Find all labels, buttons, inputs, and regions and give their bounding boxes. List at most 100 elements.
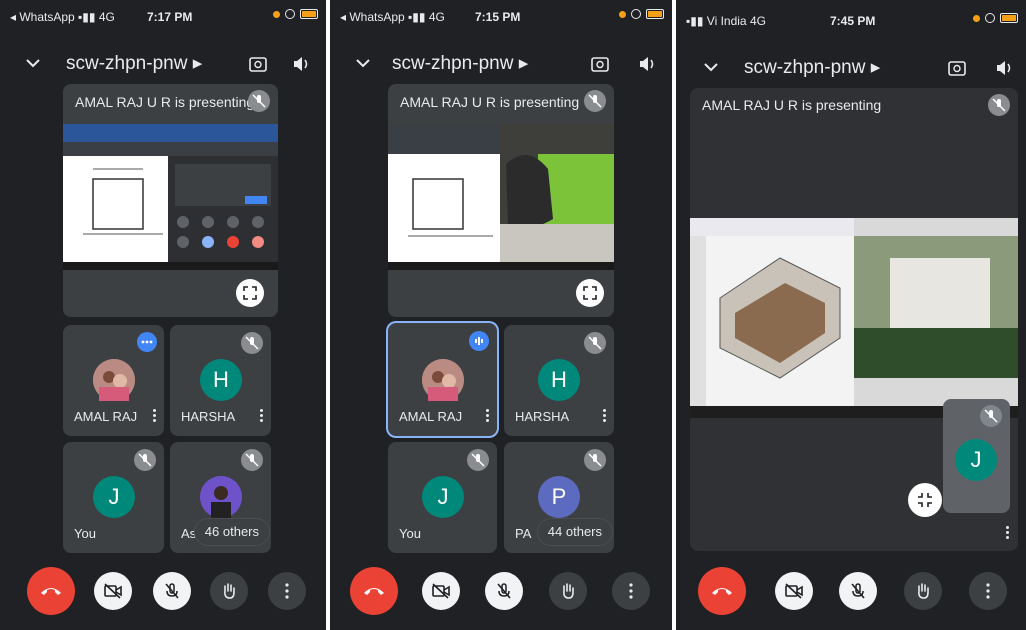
participant-name: HARSHA [515,409,570,424]
presenting-label: AMAL RAJ U R is presenting [702,97,882,113]
participant-tile[interactable]: P PA 44 others [504,442,614,553]
participant-name: AMAL RAJ [74,409,138,424]
shared-screen [63,124,278,270]
participant-name: As [181,526,197,541]
speaker-icon[interactable] [291,54,311,74]
mic-off-button[interactable] [153,572,191,610]
avatar [200,476,242,518]
camera-off-button[interactable] [422,572,460,610]
phone-screen-2: ◂ WhatsApp ▪▮▮ 4G 7:15 PM scw-zhpn-pnw ▸… [330,0,672,630]
battery-icon [646,9,664,19]
mic-off-icon [988,94,1010,116]
mic-off-button[interactable] [839,572,877,610]
phone-screen-3: ▪▮▮ Vi India 4G 7:45 PM scw-zhpn-pnw ▸ A… [676,0,1026,630]
end-call-button[interactable] [27,567,75,615]
participant-tile[interactable]: H HARSHA [170,325,271,436]
clock: 7:15 PM [475,10,521,24]
call-header: scw-zhpn-pnw ▸ [676,48,1026,88]
end-call-button[interactable] [698,567,746,615]
mic-off-button[interactable] [485,572,523,610]
speaking-indicator-icon [469,331,489,351]
status-icons [619,9,664,19]
participant-name: PA [515,526,532,541]
camera-off-button[interactable] [775,572,813,610]
fullscreen-button[interactable] [236,279,264,307]
participant-tile[interactable]: J You [388,442,497,553]
participant-name: HARSHA [181,409,236,424]
battery-icon [300,9,318,19]
recording-dot-icon [619,10,626,18]
exit-fullscreen-button[interactable] [908,483,942,517]
kebab-icon[interactable] [603,409,607,424]
orientation-lock-icon [985,13,995,23]
switch-camera-icon[interactable] [947,58,967,78]
participant-tile[interactable]: AMAL RAJ [388,323,497,436]
more-options-button[interactable] [612,572,650,610]
speaker-icon[interactable] [637,54,657,74]
chevron-down-icon[interactable] [24,54,42,72]
kebab-icon[interactable] [486,409,490,424]
meeting-code[interactable]: scw-zhpn-pnw ▸ [392,52,528,75]
status-icons [273,9,318,19]
camera-off-button[interactable] [94,572,132,610]
mic-off-icon [241,332,263,354]
raise-hand-button[interactable] [904,572,942,610]
mic-off-icon [467,449,489,471]
chevron-down-icon[interactable] [702,58,720,76]
more-options-icon[interactable] [137,332,157,352]
participant-name: You [399,526,421,541]
mic-off-icon [584,449,606,471]
mic-off-icon [241,449,263,471]
avatar [93,359,135,401]
presentation-tile[interactable]: AMAL RAJ U R is presenting J [690,88,1018,551]
avatar: H [538,359,580,401]
recording-dot-icon [973,14,980,22]
chevron-down-icon[interactable] [354,54,372,72]
others-chip[interactable]: 46 others [194,519,269,545]
fullscreen-button[interactable] [576,279,604,307]
raise-hand-button[interactable] [210,572,248,610]
participant-tile[interactable]: J You [63,442,164,553]
participant-tile[interactable]: H HARSHA [504,325,614,436]
self-view-tile[interactable]: J [943,399,1010,513]
switch-camera-icon[interactable] [248,54,268,74]
more-options-button[interactable] [268,572,306,610]
shared-screen [690,218,1018,418]
clock: 7:17 PM [147,10,193,24]
orientation-lock-icon [285,9,295,19]
participant-name: AMAL RAJ [399,409,463,424]
avatar: J [93,476,135,518]
avatar: P [538,476,580,518]
avatar: J [955,439,997,481]
status-bar: ◂ WhatsApp ▪▮▮ 4G 7:15 PM [330,0,672,34]
switch-camera-icon[interactable] [590,54,610,74]
kebab-icon[interactable] [1006,526,1010,541]
participant-tile[interactable]: AMAL RAJ [63,325,164,436]
participant-name: You [74,526,96,541]
kebab-icon[interactable] [260,409,264,424]
call-header: scw-zhpn-pnw ▸ [0,44,326,84]
status-icons [973,13,1018,23]
mic-off-icon [134,449,156,471]
speaker-icon[interactable] [994,58,1014,78]
meeting-code[interactable]: scw-zhpn-pnw ▸ [744,56,880,79]
presentation-tile[interactable]: AMAL RAJ U R is presenting [388,84,614,317]
avatar: J [422,476,464,518]
more-options-button[interactable] [969,572,1007,610]
carrier-label: ◂ WhatsApp ▪▮▮ 4G [10,10,115,24]
avatar: H [200,359,242,401]
mic-off-icon [584,90,606,112]
shared-screen [388,124,614,270]
others-chip[interactable]: 44 others [537,519,612,545]
end-call-button[interactable] [350,567,398,615]
call-header: scw-zhpn-pnw ▸ [330,44,672,84]
carrier-label: ◂ WhatsApp ▪▮▮ 4G [340,10,445,24]
presenting-label: AMAL RAJ U R is presenting [75,94,255,110]
presentation-tile[interactable]: AMAL RAJ U R is presenting [63,84,278,317]
phone-screen-1: ◂ WhatsApp ▪▮▮ 4G 7:17 PM scw-zhpn-pnw ▸… [0,0,326,630]
kebab-icon[interactable] [153,409,157,424]
raise-hand-button[interactable] [549,572,587,610]
meeting-code[interactable]: scw-zhpn-pnw ▸ [66,52,202,75]
participant-tile[interactable]: As 46 others [170,442,271,553]
carrier-label: ▪▮▮ Vi India 4G [686,14,766,28]
